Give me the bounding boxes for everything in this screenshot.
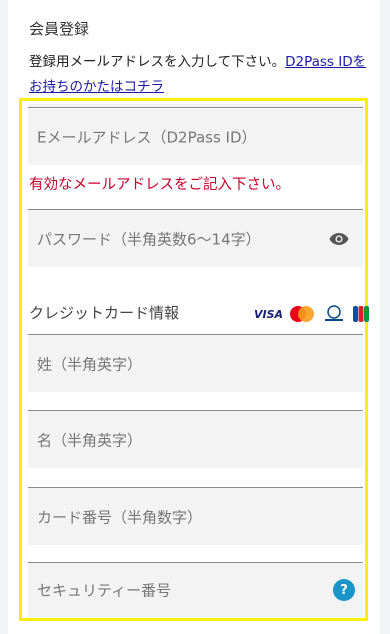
email-error-message: 有効なメールアドレスをご記入下さい。 (29, 177, 290, 193)
first-name-placeholder: 名（半角英字） (37, 431, 143, 449)
email-placeholder: Eメールアドレス（D2Pass ID） (37, 128, 257, 147)
field-divider (28, 104, 363, 108)
intro-text: 登録用メールアドレスを入力して下さい。D2Pass IDをお持ちのかたはコチラ (29, 50, 374, 100)
card-info-heading: クレジットカード情報 (29, 304, 180, 322)
help-icon[interactable]: ? (333, 579, 355, 601)
jcb-logo (353, 306, 370, 322)
email-field[interactable]: Eメールアドレス（D2Pass ID） (28, 109, 363, 165)
security-code-field[interactable]: セキュリティー番号 ? (28, 562, 363, 617)
card-brand-logos: VISA (254, 305, 370, 323)
security-code-placeholder: セキュリティー番号 (37, 581, 172, 600)
diners-club-logo (325, 305, 344, 321)
password-field[interactable]: パスワード（半角英数6～14字） (28, 209, 363, 267)
mastercard-logo (290, 306, 315, 322)
last-name-placeholder: 姓（半角英字） (37, 355, 143, 373)
password-placeholder: パスワード（半角英数6～14字） (37, 230, 261, 248)
card-number-field[interactable]: カード番号（半角数字） (28, 487, 363, 545)
intro-instruction: 登録用メールアドレスを入力して下さい。 (29, 54, 286, 70)
last-name-field[interactable]: 姓（半角英字） (28, 334, 363, 392)
eye-icon[interactable] (329, 232, 349, 246)
visa-logo: VISA (254, 307, 284, 321)
first-name-field[interactable]: 名（半角英字） (28, 410, 363, 468)
section-title: 会員登録 (29, 20, 90, 38)
card-number-placeholder: カード番号（半角数字） (37, 508, 203, 526)
